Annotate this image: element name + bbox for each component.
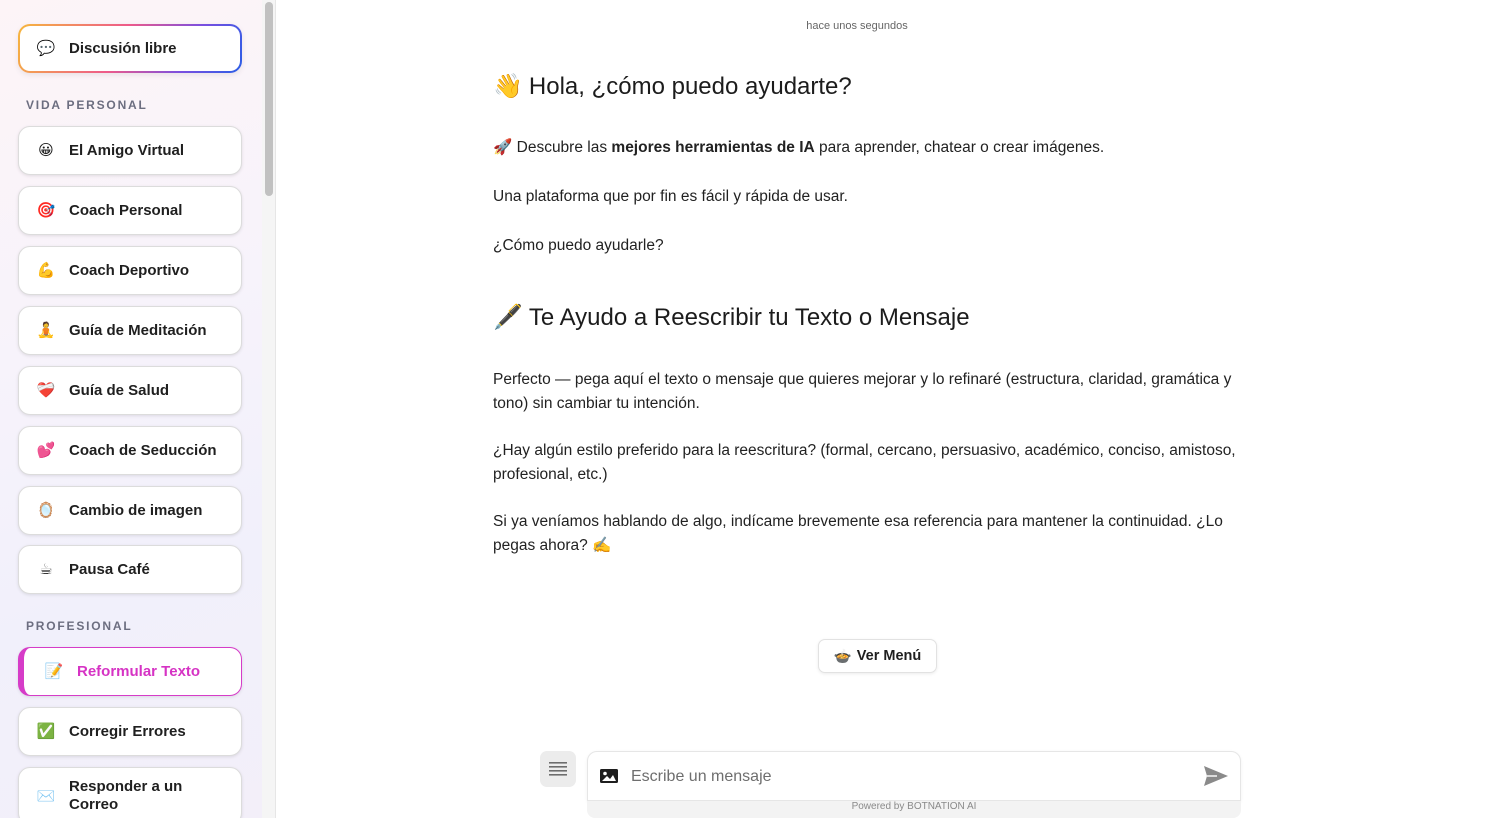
sidebar-item-pausa-cafe[interactable]: ☕ Pausa Café bbox=[18, 545, 242, 594]
sidebar-item-guia-meditacion[interactable]: 🧘 Guía de Meditación bbox=[18, 306, 242, 355]
tool-title: Te Ayudo a Reescribir tu Texto o Mensaje bbox=[528, 304, 970, 331]
sidebar-item-label: Coach Deportivo bbox=[69, 261, 190, 279]
powered-by-footer: Powered by BOTNATION AI bbox=[587, 801, 1241, 818]
speech-bubble-icon: 💬 bbox=[36, 40, 56, 57]
section-title-vida-personal: VIDA PERSONAL bbox=[26, 98, 148, 112]
sidebar-scrollbar[interactable] bbox=[262, 0, 276, 818]
discusion-libre-button[interactable]: 💬 Discusión libre bbox=[18, 24, 242, 73]
chat-message: 👋 Hola, ¿cómo puedo ayudarte? 🚀 Descubre… bbox=[493, 72, 1268, 558]
sidebar-item-coach-personal[interactable]: 🎯 Coach Personal bbox=[18, 186, 242, 235]
two-hearts-icon: 💕 bbox=[36, 442, 56, 459]
sidebar-item-reformular-texto[interactable]: 📝 Reformular Texto bbox=[18, 647, 242, 696]
sidebar-item-corregir-errores[interactable]: ✅ Corregir Errores bbox=[18, 707, 242, 756]
message-input[interactable] bbox=[631, 764, 1191, 790]
intro-text-bold: mejores herramientas de IA bbox=[611, 139, 815, 156]
rocket-icon: 🚀 bbox=[493, 139, 513, 156]
send-icon[interactable] bbox=[1203, 765, 1229, 787]
writing-hand-icon: ✍️ bbox=[592, 537, 612, 554]
sidebar-item-label: Guía de Salud bbox=[69, 381, 170, 399]
sidebar-item-cambio-imagen[interactable]: 🪞 Cambio de imagen bbox=[18, 486, 242, 535]
heart-bandage-icon: ❤️‍🩹 bbox=[36, 382, 56, 399]
sidebar-item-label: Pausa Café bbox=[69, 560, 150, 578]
sidebar-item-label: Coach Personal bbox=[69, 201, 183, 219]
ver-menu-label: Ver Menú bbox=[856, 648, 922, 664]
target-icon: 🎯 bbox=[36, 202, 56, 219]
ver-menu-button[interactable]: 🍲 Ver Menú bbox=[818, 639, 937, 673]
sidebar-scrollbar-thumb[interactable] bbox=[265, 2, 273, 196]
sidebar-item-label: Responder a un Correo bbox=[69, 778, 183, 813]
question-paragraph: ¿Cómo puedo ayudarle? bbox=[493, 237, 664, 254]
sidebar-item-label: El Amigo Virtual bbox=[69, 141, 185, 159]
sidebar-item-label: Cambio de imagen bbox=[69, 501, 203, 519]
coffee-icon: ☕ bbox=[39, 561, 53, 578]
meditation-icon: 🧘 bbox=[36, 322, 56, 339]
message-timestamp: hace unos segundos bbox=[806, 20, 908, 32]
sidebar-item-coach-deportivo[interactable]: 💪 Coach Deportivo bbox=[18, 246, 242, 295]
tool-heading: 🖋️ Te Ayudo a Reescribir tu Texto o Mens… bbox=[493, 303, 1268, 333]
sidebar: 💬 Discusión libre VIDA PERSONAL 😀 El Ami… bbox=[0, 0, 262, 818]
flexed-biceps-icon: 💪 bbox=[36, 262, 56, 279]
continuity-paragraph: Si ya veníamos hablando de algo, indícam… bbox=[493, 510, 1268, 558]
image-icon[interactable] bbox=[599, 768, 619, 784]
intro-paragraph: 🚀 Descubre las mejores herramientas de I… bbox=[493, 136, 1268, 160]
style-question-paragraph: ¿Hay algún estilo preferido para la rees… bbox=[493, 442, 1236, 483]
sidebar-item-label: Reformular Texto bbox=[77, 662, 201, 680]
bowl-icon: 🍲 bbox=[833, 648, 852, 665]
platform-paragraph: Una plataforma que por fin es fácil y rá… bbox=[493, 188, 848, 205]
greeting-title: Hola, ¿cómo puedo ayudarte? bbox=[528, 73, 852, 100]
sidebar-item-responder-correo[interactable]: ✉️ Responder a un Correo bbox=[18, 767, 242, 818]
sidebar-item-label: Guía de Meditación bbox=[69, 321, 207, 339]
instructions-paragraph: Perfecto — pega aquí el texto o mensaje … bbox=[493, 371, 1232, 412]
envelope-icon: ✉️ bbox=[36, 787, 56, 805]
sidebar-item-coach-seduccion[interactable]: 💕 Coach de Seducción bbox=[18, 426, 242, 475]
discusion-libre-label: Discusión libre bbox=[69, 39, 177, 57]
intro-text-after: para aprender, chatear o crear imágenes. bbox=[819, 139, 1105, 156]
mirror-icon: 🪞 bbox=[36, 502, 56, 519]
intro-text-before: Descubre las bbox=[516, 139, 608, 156]
section-title-profesional: PROFESIONAL bbox=[26, 619, 133, 633]
memo-icon: 📝 bbox=[44, 663, 64, 680]
pen-icon: 🖋️ bbox=[493, 304, 523, 331]
message-composer bbox=[587, 751, 1241, 801]
hamburger-icon bbox=[549, 762, 567, 776]
grinning-face-icon: 😀 bbox=[38, 142, 54, 159]
sidebar-item-label: Coach de Seducción bbox=[69, 441, 217, 459]
sidebar-item-label: Corregir Errores bbox=[69, 722, 186, 740]
sidebar-item-guia-salud[interactable]: ❤️‍🩹 Guía de Salud bbox=[18, 366, 242, 415]
greeting-heading: 👋 Hola, ¿cómo puedo ayudarte? bbox=[493, 72, 1268, 102]
sidebar-item-amigo-virtual[interactable]: 😀 El Amigo Virtual bbox=[18, 126, 242, 175]
check-mark-icon: ✅ bbox=[36, 723, 56, 740]
waving-hand-icon: 👋 bbox=[493, 73, 523, 100]
hamburger-menu-button[interactable] bbox=[540, 751, 576, 787]
